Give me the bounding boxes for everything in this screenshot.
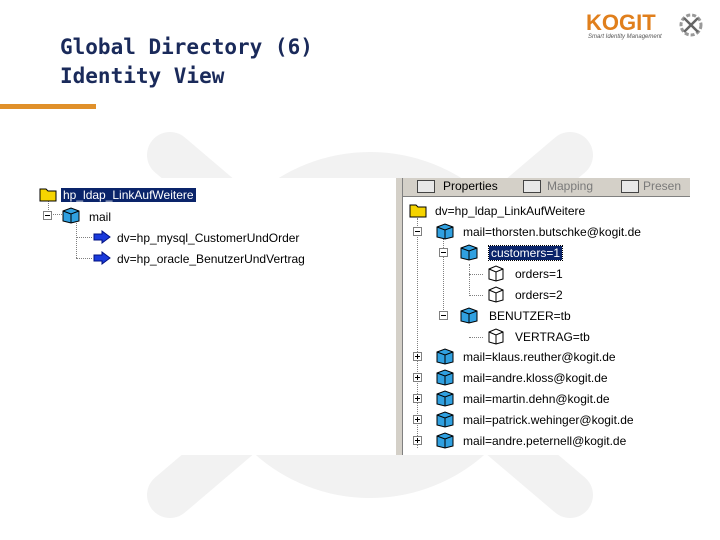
mapping-icon <box>523 180 541 193</box>
entry-cube-icon <box>436 432 454 449</box>
slide-title-line2: Identity View <box>60 64 225 88</box>
expand-toggle[interactable] <box>413 394 422 403</box>
left-tree-root[interactable]: hp_ldap_LinkAufWeitere <box>61 186 196 204</box>
folder-icon <box>39 188 57 202</box>
entry-cube-icon <box>436 223 454 240</box>
right-tree-orders-1[interactable]: orders=1 <box>515 265 563 283</box>
left-tree-mail[interactable]: mail <box>89 208 111 226</box>
collapse-toggle[interactable] <box>439 311 448 320</box>
expand-toggle[interactable] <box>413 373 422 382</box>
logo-tagline: Smart Identity Management <box>588 34 662 40</box>
left-tree-root-label: hp_ldap_LinkAufWeitere <box>61 188 196 202</box>
collapse-toggle[interactable] <box>43 211 52 220</box>
right-tree-pane: Properties Mapping Presen dv=hp_ldap_Lin… <box>403 178 690 455</box>
collapse-toggle[interactable] <box>413 227 422 236</box>
leaf-cube-icon <box>488 286 504 303</box>
pane-splitter[interactable] <box>395 178 403 455</box>
directory-screenshot: hp_ldap_LinkAufWeitere mail dv=hp_mysql_… <box>37 178 690 455</box>
expand-toggle[interactable] <box>413 436 422 445</box>
right-tree-mail-item[interactable]: mail=patrick.wehinger@kogit.de <box>463 411 634 429</box>
right-tree-root[interactable]: dv=hp_ldap_LinkAufWeitere <box>435 202 585 220</box>
right-tree-vertrag[interactable]: VERTRAG=tb <box>515 328 590 346</box>
title-accent-bar <box>0 104 96 109</box>
kogit-logo: KOGIT Smart Identity Management <box>586 10 706 46</box>
link-arrow-icon <box>93 230 111 244</box>
right-tree-customers[interactable]: customers=1 <box>487 244 564 262</box>
slide-title: Global Directory (6) Identity View <box>60 33 313 91</box>
folder-icon <box>409 204 427 218</box>
right-tree-orders-2[interactable]: orders=2 <box>515 286 563 304</box>
right-tree-customers-label: customers=1 <box>487 245 564 261</box>
entry-cube-icon <box>460 244 478 261</box>
entry-cube-icon <box>436 411 454 428</box>
right-tree-mail-item[interactable]: mail=martin.dehn@kogit.de <box>463 390 610 408</box>
logo-brand: KOGIT <box>586 10 656 35</box>
slide-title-line1: Global Directory (6) <box>60 35 313 59</box>
tab-presentation[interactable]: Presen <box>643 179 681 194</box>
logo-emblem-icon <box>679 13 703 37</box>
entry-cube-icon <box>436 348 454 365</box>
left-tree-link-1[interactable]: dv=hp_mysql_CustomerUndOrder <box>117 229 299 247</box>
leaf-cube-icon <box>488 328 504 345</box>
entry-cube-icon <box>460 307 478 324</box>
left-tree-link-2[interactable]: dv=hp_oracle_BenutzerUndVertrag <box>117 250 305 268</box>
right-tree-mail-item[interactable]: mail=andre.kloss@kogit.de <box>463 369 608 387</box>
presentation-icon <box>621 180 639 193</box>
expand-toggle[interactable] <box>413 415 422 424</box>
expand-toggle[interactable] <box>413 352 422 361</box>
right-tree-benutzer[interactable]: BENUTZER=tb <box>489 307 571 325</box>
entry-cube-icon <box>436 390 454 407</box>
right-tree-mail-thorsten[interactable]: mail=thorsten.butschke@kogit.de <box>463 223 641 241</box>
right-tree-mail-item[interactable]: mail=klaus.reuther@kogit.de <box>463 348 616 366</box>
entry-cube-icon <box>436 369 454 386</box>
link-arrow-icon <box>93 251 111 265</box>
properties-icon <box>417 180 435 193</box>
entry-cube-icon <box>62 207 80 224</box>
right-tree-mail-item[interactable]: mail=andre.peternell@kogit.de <box>463 432 626 450</box>
left-tree-pane: hp_ldap_LinkAufWeitere mail dv=hp_mysql_… <box>37 178 395 455</box>
leaf-cube-icon <box>488 265 504 282</box>
right-toolbar: Properties Mapping Presen <box>403 178 690 197</box>
tab-mapping[interactable]: Mapping <box>547 179 593 194</box>
collapse-toggle[interactable] <box>439 248 448 257</box>
tab-properties[interactable]: Properties <box>443 179 498 194</box>
